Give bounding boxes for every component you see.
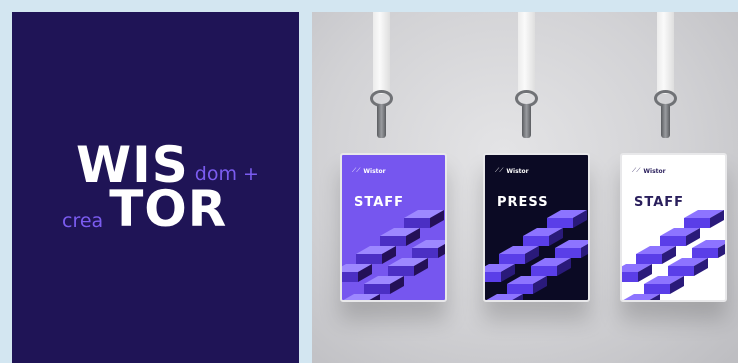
pattern-step bbox=[388, 258, 428, 276]
pattern-step bbox=[547, 210, 587, 228]
wistor-logo-icon: ⟋⟋ bbox=[495, 167, 504, 174]
badge-pattern bbox=[342, 210, 445, 300]
pattern-step bbox=[531, 258, 571, 276]
badge-staff-purple: ⟋⟋ Wistor STAFF bbox=[340, 153, 447, 302]
pattern-step bbox=[636, 246, 676, 264]
badge-pattern bbox=[485, 210, 588, 300]
brand-wordmark: WIS dom + crea TOR bbox=[62, 140, 259, 234]
pattern-step bbox=[555, 240, 588, 258]
wistor-logo-icon: ⟋⟋ bbox=[352, 167, 361, 174]
pattern-step bbox=[485, 264, 515, 282]
pattern-step bbox=[486, 294, 523, 300]
pattern-step bbox=[507, 276, 547, 294]
pattern-step bbox=[380, 228, 420, 246]
badge-role: PRESS bbox=[497, 195, 549, 210]
badge-role: STAFF bbox=[354, 195, 405, 210]
badge-logo: ⟋⟋ Wistor bbox=[352, 167, 386, 175]
pattern-step bbox=[412, 240, 445, 258]
lanyard-clip bbox=[522, 104, 531, 138]
brand-panel: WIS dom + crea TOR bbox=[12, 12, 299, 363]
pattern-step bbox=[668, 258, 708, 276]
badge-logo: ⟋⟋ Wistor bbox=[632, 167, 666, 175]
badge-role: STAFF bbox=[634, 195, 685, 210]
pattern-step bbox=[660, 228, 700, 246]
badge-press-dark: ⟋⟋ Wistor PRESS bbox=[483, 153, 590, 302]
pattern-step bbox=[356, 246, 396, 264]
lanyard-strap bbox=[518, 12, 535, 94]
pattern-step bbox=[342, 264, 372, 282]
pattern-step bbox=[623, 294, 660, 300]
badge-pattern bbox=[622, 210, 725, 300]
pattern-step bbox=[692, 240, 725, 258]
badge-staff-white: ⟋⟋ Wistor STAFF bbox=[620, 153, 727, 302]
lanyard-strap bbox=[373, 12, 390, 94]
lanyard-clip bbox=[661, 104, 670, 138]
pattern-step bbox=[343, 294, 380, 300]
badge-logo-text: Wistor bbox=[363, 167, 386, 175]
pattern-step bbox=[523, 228, 563, 246]
pattern-step bbox=[644, 276, 684, 294]
badge-mockup-photo: ⟋⟋ Wistor STAFF ⟋⟋ Wistor PRESS ⟋⟋ Wisto… bbox=[312, 12, 738, 363]
badge-logo-text: Wistor bbox=[643, 167, 666, 175]
badge-logo: ⟋⟋ Wistor bbox=[495, 167, 529, 175]
pattern-step bbox=[364, 276, 404, 294]
badge-logo-text: Wistor bbox=[506, 167, 529, 175]
wordmark-crea: crea bbox=[62, 210, 104, 232]
pattern-step bbox=[499, 246, 539, 264]
lanyard-strap bbox=[657, 12, 674, 94]
pattern-step bbox=[684, 210, 724, 228]
pattern-step bbox=[622, 264, 652, 282]
wordmark-tor: TOR bbox=[109, 180, 228, 238]
pattern-step bbox=[404, 210, 444, 228]
lanyard-clip bbox=[377, 104, 386, 138]
wistor-logo-icon: ⟋⟋ bbox=[632, 167, 641, 174]
